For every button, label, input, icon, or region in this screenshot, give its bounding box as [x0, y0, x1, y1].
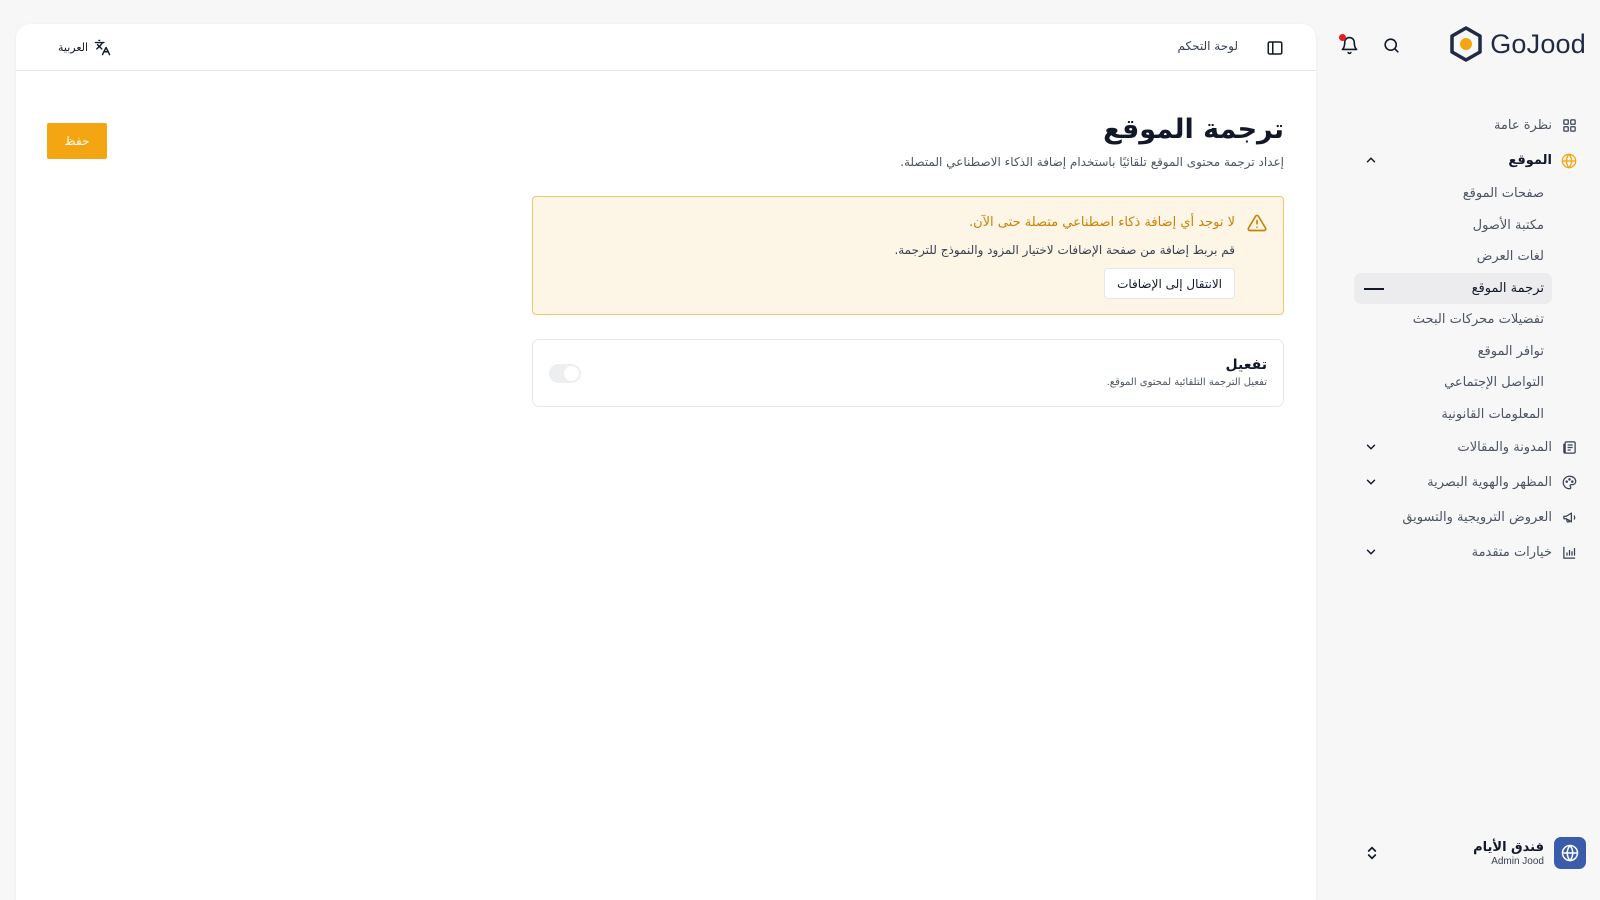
enable-description: تفعيل الترجمة التلقائية لمحتوى الموقع. [1106, 377, 1267, 388]
page-header: ترجمة الموقع إعداد ترجمة محتوى الموقع تل… [900, 114, 1284, 169]
sidebar-item-social[interactable]: التواصل الإجتماعي [1354, 367, 1552, 399]
enable-translation-card: تفعيل تفعيل الترجمة التلقائية لمحتوى الم… [532, 339, 1284, 407]
sidebar-item-label: تفضيلات محركات البحث [1412, 312, 1544, 328]
sidebar-item-legal[interactable]: المعلومات القانونية [1354, 399, 1552, 431]
account-subtitle: Admin Jood [1491, 855, 1544, 867]
chevron-up-icon[interactable] [1364, 153, 1378, 167]
page-title: ترجمة الموقع [1103, 114, 1284, 145]
bar-chart-icon [1560, 544, 1578, 562]
enable-translation-switch[interactable] [549, 364, 581, 383]
sidebar-item-label: العروض الترويجية والتسويق [1402, 510, 1552, 525]
newspaper-icon [1560, 439, 1578, 457]
search-button[interactable] [1380, 34, 1402, 56]
enable-title: تفعيل [1225, 357, 1267, 373]
sidebar-item-label: صفحات الموقع [1462, 186, 1544, 202]
sidebar-nav: نظرة عامة الموقع صفحات الموقع مكتبة الأص… [1354, 108, 1586, 570]
globe-icon [1560, 152, 1578, 170]
sidebar-item-marketing[interactable]: العروض الترويجية والتسويق [1354, 500, 1586, 535]
sidebar-item-label: خيارات متقدمة [1471, 545, 1552, 560]
language-label: العربية [58, 41, 89, 54]
topbar: لوحة التحكم العربية [16, 24, 1316, 71]
alert-text: قم بربط إضافة من صفحة الإضافات لاختيار ا… [894, 243, 1235, 257]
sidebar-item-appearance[interactable]: المظهر والهوية البصرية [1354, 465, 1586, 500]
account-avatar [1554, 837, 1586, 869]
sidebar-item-label: التواصل الإجتماعي [1444, 375, 1544, 391]
sidebar-item-label: المدونة والمقالات [1457, 440, 1552, 455]
sidebar-item-label: المعلومات القانونية [1441, 406, 1544, 422]
sidebar-item-advanced[interactable]: خيارات متقدمة [1354, 535, 1586, 570]
sidebar-item-label: ترجمة الموقع [1471, 280, 1544, 296]
active-indicator [1364, 287, 1384, 290]
globe-icon [1561, 844, 1579, 862]
language-switcher[interactable]: العربية [58, 39, 111, 56]
switch-knob [564, 366, 579, 381]
sidebar: GoJood نظرة عامة الموقع صفحات الموقع مكت… [1338, 0, 1600, 900]
sidebar-item-seo-preferences[interactable]: تفضيلات محركات البحث [1354, 304, 1552, 336]
sidebar-item-site-pages[interactable]: صفحات الموقع [1354, 178, 1552, 210]
sidebar-item-label: توافر الموقع [1477, 343, 1544, 359]
breadcrumb[interactable]: لوحة التحكم [1178, 39, 1239, 53]
main-panel: لوحة التحكم العربية ترجمة الموقع إعداد ت… [16, 24, 1316, 900]
brand-hexagon-icon [1450, 26, 1482, 62]
brand-name: GoJood [1490, 28, 1586, 59]
sidebar-item-overview[interactable]: نظرة عامة [1354, 108, 1586, 143]
grid-icon [1560, 117, 1578, 135]
go-to-addons-button[interactable]: الانتقال إلى الإضافات [1104, 268, 1235, 299]
sidebar-item-display-languages[interactable]: لغات العرض [1354, 241, 1552, 273]
translate-icon [94, 39, 111, 56]
page-description: إعداد ترجمة محتوى الموقع تلقائيًا باستخد… [900, 155, 1284, 169]
sidebar-top-actions [1338, 34, 1402, 56]
account-name: فندق الأيام [1473, 839, 1544, 855]
sidebar-item-label: مكتبة الأصول [1472, 217, 1544, 233]
sidebar-item-label: لغات العرض [1476, 249, 1544, 265]
site-submenu: صفحات الموقع مكتبة الأصول لغات العرض ترج… [1354, 178, 1586, 430]
sidebar-item-label: المظهر والهوية البصرية [1427, 475, 1552, 490]
chevrons-up-down-icon[interactable] [1364, 844, 1380, 862]
sidebar-item-site[interactable]: الموقع [1354, 143, 1586, 178]
chevron-down-icon[interactable] [1364, 475, 1378, 489]
save-button[interactable]: حفظ [47, 123, 107, 159]
account-switcher[interactable]: فندق الأيام Admin Jood [1354, 830, 1586, 876]
sidebar-item-assets-library[interactable]: مكتبة الأصول [1354, 210, 1552, 242]
notifications-button[interactable] [1338, 34, 1360, 56]
notification-dot [1339, 34, 1346, 41]
chevron-down-icon[interactable] [1364, 545, 1378, 559]
sidebar-item-blog[interactable]: المدونة والمقالات [1354, 430, 1586, 465]
warning-icon [1247, 214, 1267, 232]
alert-title: لا توجد أي إضافة ذكاء اصطناعي متصلة حتى … [968, 215, 1235, 230]
megaphone-icon [1560, 509, 1578, 527]
sidebar-toggle-icon[interactable] [1266, 39, 1284, 57]
palette-icon [1560, 474, 1578, 492]
sidebar-item-label: الموقع [1508, 153, 1552, 168]
account-info: فندق الأيام Admin Jood [1473, 840, 1544, 867]
no-ai-addon-alert: لا توجد أي إضافة ذكاء اصطناعي متصلة حتى … [532, 196, 1284, 315]
brand-logo[interactable]: GoJood [1448, 26, 1586, 62]
search-icon [1383, 37, 1399, 53]
sidebar-item-label: نظرة عامة [1493, 118, 1552, 133]
chevron-down-icon[interactable] [1364, 440, 1378, 454]
sidebar-item-site-translation[interactable]: ترجمة الموقع [1354, 272, 1552, 304]
sidebar-item-site-availability[interactable]: توافر الموقع [1354, 336, 1552, 368]
